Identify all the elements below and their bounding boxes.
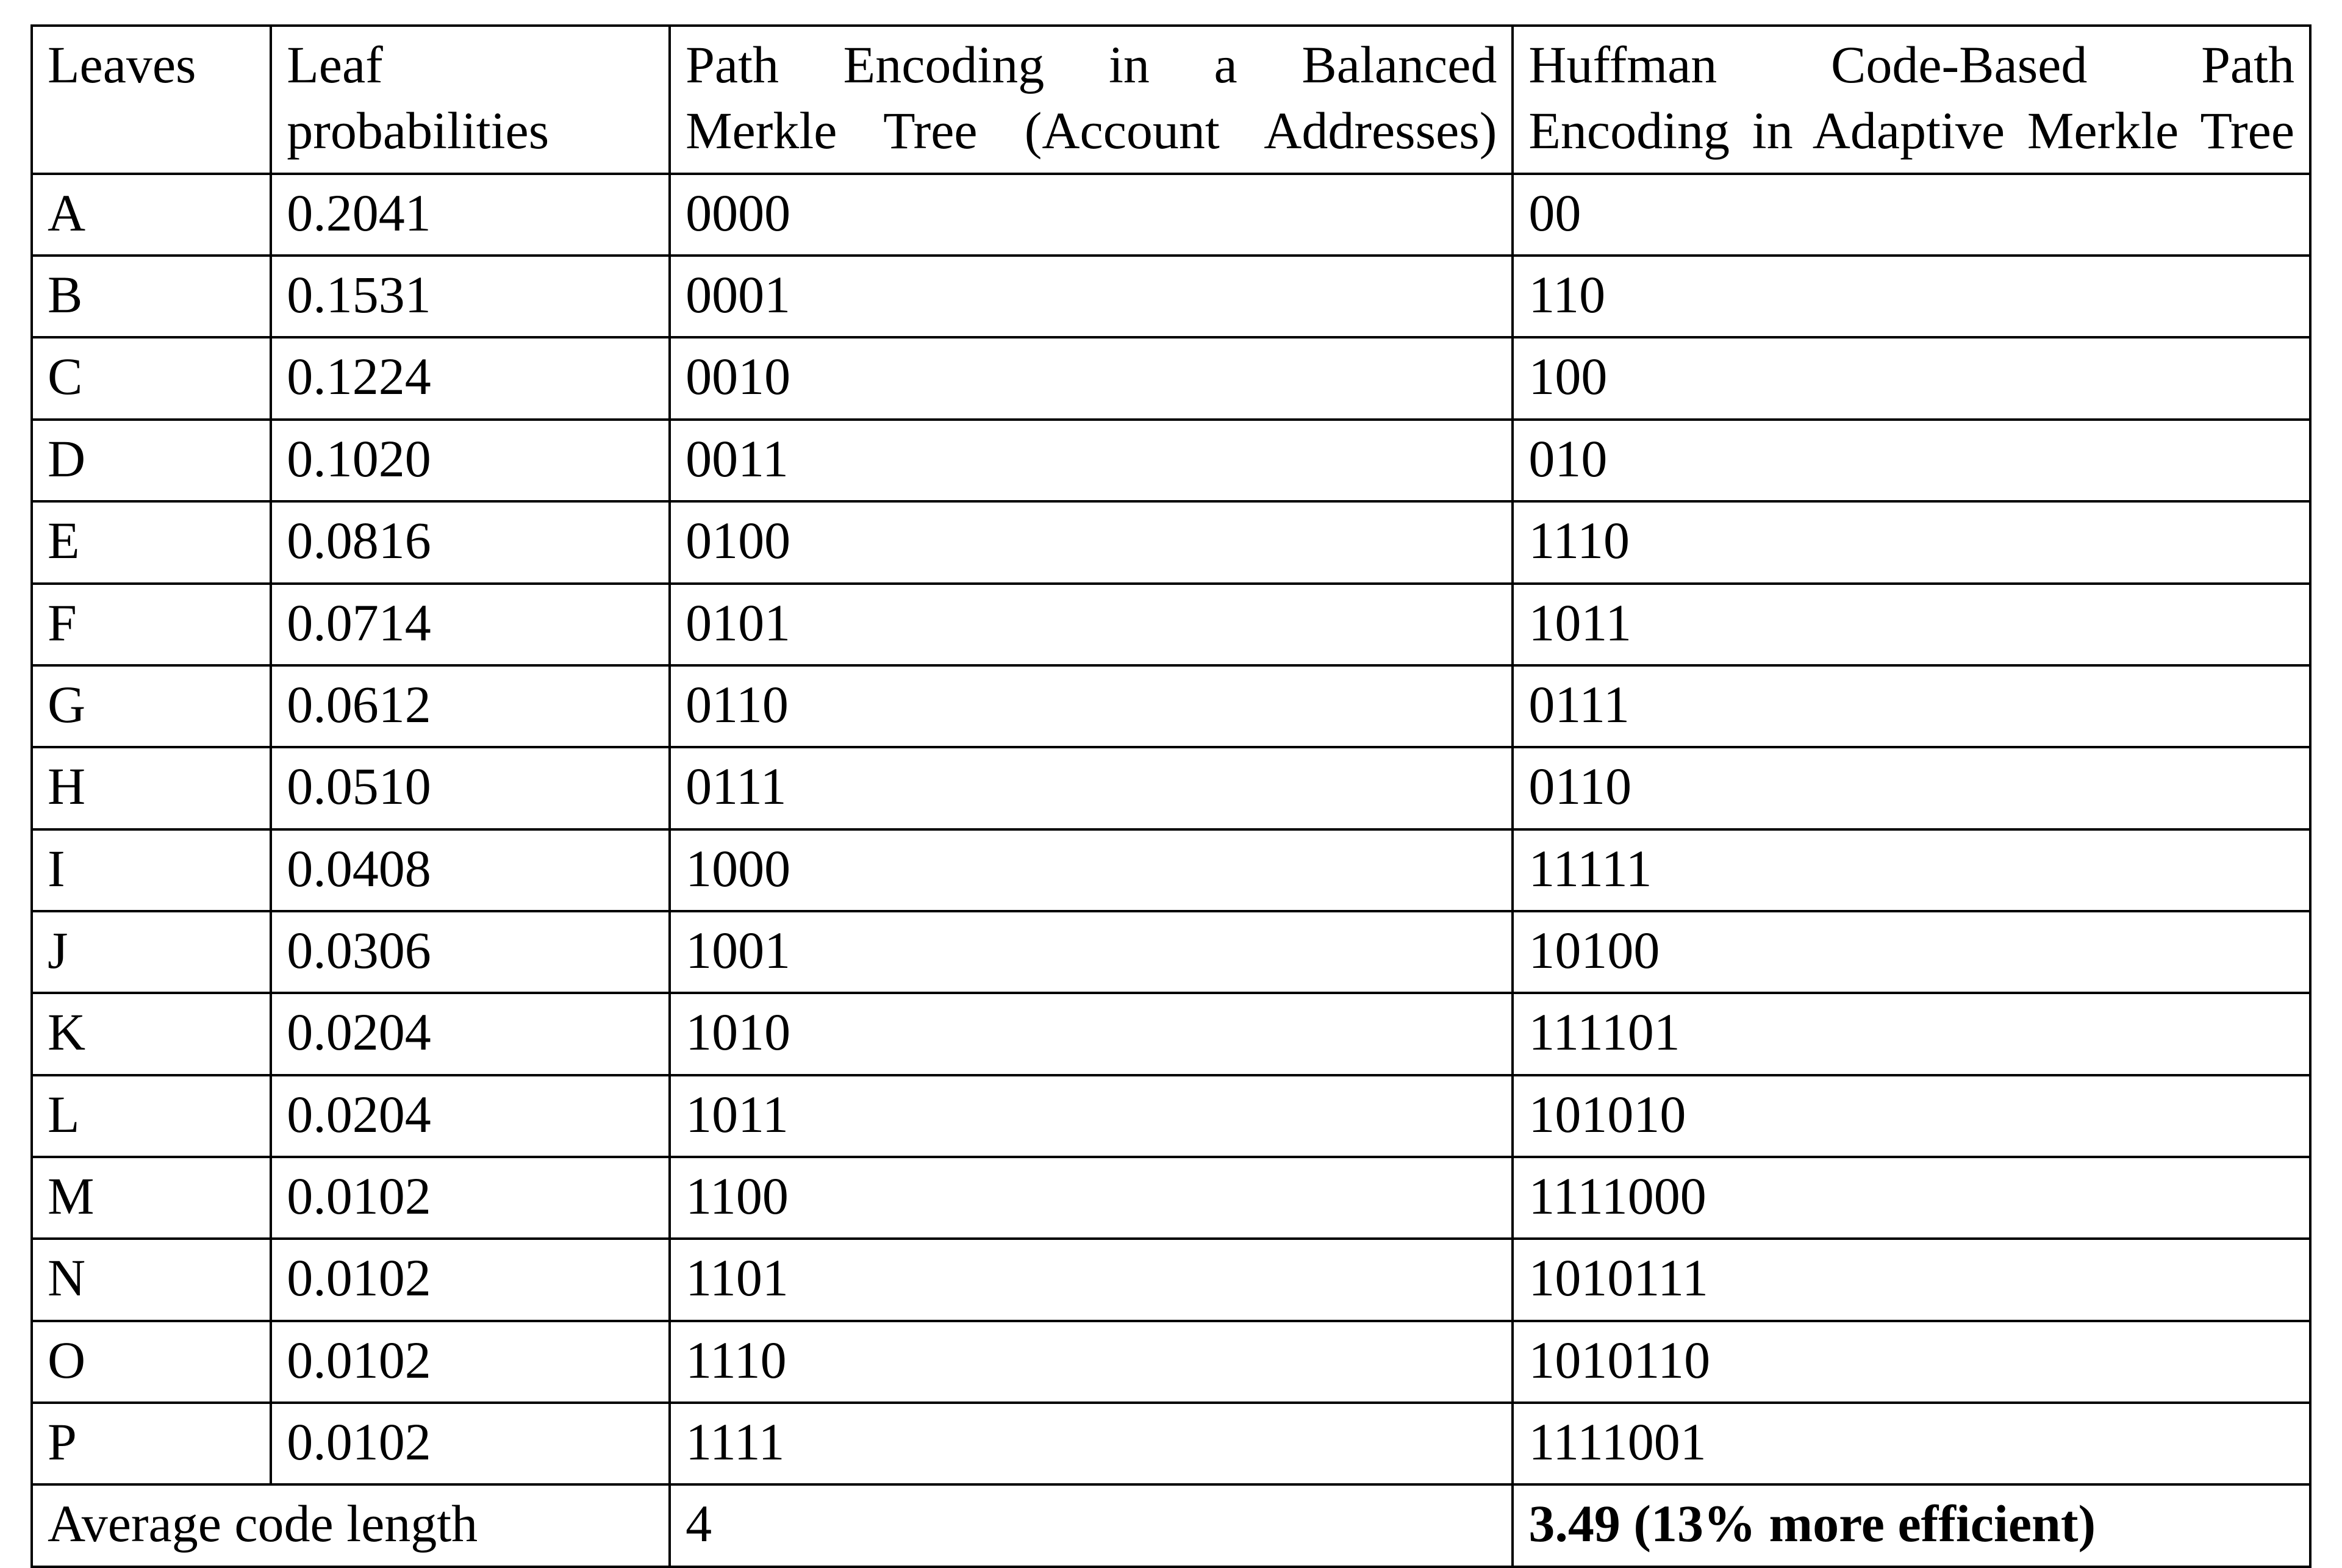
cell-balanced-code: 1111 xyxy=(670,1403,1513,1484)
cell-balanced-code: 1100 xyxy=(670,1157,1513,1239)
cell-huffman-code: 1011 xyxy=(1513,584,2310,665)
header-probabilities: Leaf probabilities xyxy=(271,26,670,174)
cell-huffman-code: 11111 xyxy=(1513,829,2310,911)
table-row: F0.071401011011 xyxy=(32,584,2310,665)
cell-balanced-code: 0010 xyxy=(670,337,1513,419)
cell-probability: 0.0408 xyxy=(271,829,670,911)
cell-huffman-code: 0111 xyxy=(1513,665,2310,747)
cell-leaf: E xyxy=(32,501,271,583)
cell-probability: 0.0612 xyxy=(271,665,670,747)
table-row: M0.010211001111000 xyxy=(32,1157,2310,1239)
table-row: K0.02041010111101 xyxy=(32,993,2310,1075)
cell-leaf: L xyxy=(32,1075,271,1157)
table-row: H0.051001110110 xyxy=(32,747,2310,829)
table-row: A0.2041000000 xyxy=(32,174,2310,256)
footer-label: Average code length xyxy=(32,1484,670,1566)
cell-balanced-code: 1110 xyxy=(670,1321,1513,1403)
table-row: B0.15310001110 xyxy=(32,256,2310,337)
table-row: P0.010211111111001 xyxy=(32,1403,2310,1484)
header-balanced-line1: Path Encoding in a Balanced xyxy=(686,35,1497,94)
cell-balanced-code: 0011 xyxy=(670,420,1513,501)
cell-huffman-code: 010 xyxy=(1513,420,2310,501)
cell-leaf: M xyxy=(32,1157,271,1239)
cell-probability: 0.0102 xyxy=(271,1157,670,1239)
cell-leaf: D xyxy=(32,420,271,501)
cell-probability: 0.0204 xyxy=(271,1075,670,1157)
cell-leaf: O xyxy=(32,1321,271,1403)
cell-balanced-code: 0101 xyxy=(670,584,1513,665)
cell-probability: 0.1531 xyxy=(271,256,670,337)
cell-probability: 0.0102 xyxy=(271,1239,670,1320)
cell-huffman-code: 00 xyxy=(1513,174,2310,256)
cell-huffman-code: 0110 xyxy=(1513,747,2310,829)
header-huffman-line2: Encoding in Adaptive Merkle Tree xyxy=(1528,101,2294,160)
cell-balanced-code: 1001 xyxy=(670,911,1513,993)
table-row: I0.0408100011111 xyxy=(32,829,2310,911)
footer-balanced-avg: 4 xyxy=(670,1484,1513,1566)
cell-probability: 0.0816 xyxy=(271,501,670,583)
cell-huffman-code: 1010110 xyxy=(1513,1321,2310,1403)
cell-probability: 0.0204 xyxy=(271,993,670,1075)
cell-probability: 0.0714 xyxy=(271,584,670,665)
cell-huffman-code: 111101 xyxy=(1513,993,2310,1075)
cell-balanced-code: 0100 xyxy=(670,501,1513,583)
table-row: C0.12240010100 xyxy=(32,337,2310,419)
cell-probability: 0.0102 xyxy=(271,1403,670,1484)
encoding-comparison-table: Leaves Leaf probabilities Path Encoding … xyxy=(30,24,2312,1568)
cell-balanced-code: 1000 xyxy=(670,829,1513,911)
cell-balanced-code: 1011 xyxy=(670,1075,1513,1157)
header-huffman: Huffman Code-Based Path Encoding in Adap… xyxy=(1513,26,2310,174)
cell-balanced-code: 1101 xyxy=(670,1239,1513,1320)
cell-leaf: N xyxy=(32,1239,271,1320)
table-footer-row: Average code length 4 3.49 (13% more eff… xyxy=(32,1484,2310,1566)
header-prob-line1: Leaf xyxy=(287,35,383,94)
cell-huffman-code: 100 xyxy=(1513,337,2310,419)
cell-leaf: H xyxy=(32,747,271,829)
cell-leaf: F xyxy=(32,584,271,665)
cell-probability: 0.0306 xyxy=(271,911,670,993)
table-header-row: Leaves Leaf probabilities Path Encoding … xyxy=(32,26,2310,174)
cell-probability: 0.0510 xyxy=(271,747,670,829)
cell-balanced-code: 0111 xyxy=(670,747,1513,829)
cell-leaf: J xyxy=(32,911,271,993)
header-leaves: Leaves xyxy=(32,26,271,174)
cell-huffman-code: 1111000 xyxy=(1513,1157,2310,1239)
table-row: D0.10200011010 xyxy=(32,420,2310,501)
cell-leaf: A xyxy=(32,174,271,256)
table-row: G0.061201100111 xyxy=(32,665,2310,747)
cell-huffman-code: 1110 xyxy=(1513,501,2310,583)
cell-probability: 0.2041 xyxy=(271,174,670,256)
cell-balanced-code: 0000 xyxy=(670,174,1513,256)
table-row: L0.02041011101010 xyxy=(32,1075,2310,1157)
header-balanced: Path Encoding in a Balanced Merkle Tree … xyxy=(670,26,1513,174)
cell-probability: 0.0102 xyxy=(271,1321,670,1403)
table-row: N0.010211011010111 xyxy=(32,1239,2310,1320)
header-huffman-line1: Huffman Code-Based Path xyxy=(1528,35,2294,94)
table-row: J0.0306100110100 xyxy=(32,911,2310,993)
cell-leaf: P xyxy=(32,1403,271,1484)
cell-huffman-code: 1010111 xyxy=(1513,1239,2310,1320)
cell-huffman-code: 110 xyxy=(1513,256,2310,337)
cell-leaf: I xyxy=(32,829,271,911)
cell-leaf: G xyxy=(32,665,271,747)
cell-huffman-code: 101010 xyxy=(1513,1075,2310,1157)
cell-leaf: B xyxy=(32,256,271,337)
cell-balanced-code: 0110 xyxy=(670,665,1513,747)
table-row: E0.081601001110 xyxy=(32,501,2310,583)
cell-probability: 0.1224 xyxy=(271,337,670,419)
cell-probability: 0.1020 xyxy=(271,420,670,501)
cell-balanced-code: 0001 xyxy=(670,256,1513,337)
header-balanced-line2: Merkle Tree (Account Addresses) xyxy=(686,101,1497,160)
cell-balanced-code: 1010 xyxy=(670,993,1513,1075)
cell-leaf: C xyxy=(32,337,271,419)
table-row: O0.010211101010110 xyxy=(32,1321,2310,1403)
footer-huffman-avg: 3.49 (13% more efficient) xyxy=(1513,1484,2310,1566)
cell-huffman-code: 1111001 xyxy=(1513,1403,2310,1484)
cell-huffman-code: 10100 xyxy=(1513,911,2310,993)
header-prob-line2: probabilities xyxy=(287,101,549,160)
cell-leaf: K xyxy=(32,993,271,1075)
